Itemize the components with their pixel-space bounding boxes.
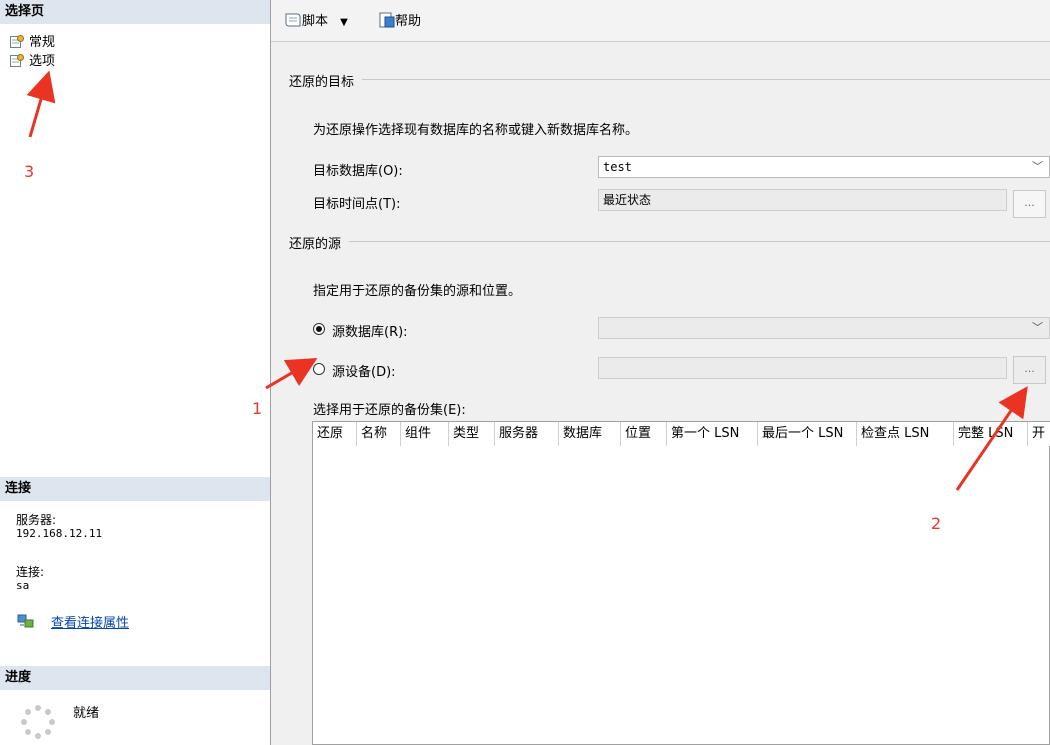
target-database-label: 目标数据库(O): (313, 164, 403, 179)
progress-spinner-icon (19, 703, 57, 741)
page-gear-icon (10, 35, 24, 48)
source-database-label: 源数据库(R): (332, 325, 408, 340)
source-database-radio[interactable] (313, 323, 325, 335)
select-page-header: 选择页 (0, 0, 270, 24)
chevron-down-icon[interactable]: ﹀ (1032, 157, 1043, 177)
dropdown-arrow-icon[interactable]: ▼ (340, 17, 348, 28)
column-header[interactable]: 检查点 LSN (857, 422, 954, 446)
radio-selected-dot (316, 326, 322, 332)
target-database-value: test (603, 160, 632, 174)
connection-label: 连接: (16, 565, 45, 579)
help-label: 帮助 (395, 14, 422, 29)
source-device-label: 源设备(D): (332, 365, 396, 380)
column-header[interactable]: 最后一个 LSN (758, 422, 857, 446)
target-time-field[interactable]: 最近状态 (598, 189, 1007, 211)
sidebar-item-label: 选项 (29, 54, 56, 69)
column-header[interactable]: 位置 (621, 422, 667, 446)
source-device-field[interactable] (598, 357, 1007, 379)
column-header[interactable]: 组件 (401, 422, 449, 446)
backup-set-grid[interactable]: 还原 名称 组件 类型 服务器 数据库 位置 第一个 LSN 最后一个 LSN … (312, 421, 1050, 745)
source-device-browse-button[interactable]: ... (1013, 356, 1046, 384)
source-database-combobox[interactable]: ﹀ (598, 317, 1050, 339)
restore-target-title: 还原的目标 (289, 71, 363, 90)
restore-target-description: 为还原操作选择现有数据库的名称或键入新数据库名称。 (313, 123, 639, 138)
source-device-radio[interactable] (313, 363, 325, 375)
help-icon (379, 12, 395, 34)
restore-source-title: 还原的源 (289, 233, 350, 252)
script-label: 脚本 (302, 14, 329, 29)
help-button[interactable]: 帮助 (379, 12, 421, 30)
annotation-label-2: 2 (931, 514, 942, 533)
column-header[interactable]: 开 (1028, 422, 1050, 446)
column-header[interactable]: 还原 (313, 422, 357, 446)
column-header[interactable]: 类型 (449, 422, 495, 446)
script-button[interactable]: 脚本 ▼ (284, 12, 348, 30)
right-panel: 脚本 ▼ 帮助 还原的目标 为还原操作选择现有数据库的名称或键入新数据库名称。 … (271, 0, 1050, 745)
annotation-label-3: 3 (24, 162, 35, 181)
target-time-browse-button[interactable]: ... (1013, 190, 1046, 218)
group-divider (289, 241, 1050, 242)
server-label: 服务器: (16, 513, 57, 527)
progress-status: 就绪 (73, 706, 100, 721)
column-header[interactable]: 第一个 LSN (667, 422, 758, 446)
page-gear-icon (10, 54, 24, 67)
annotation-label-1: 1 (252, 399, 263, 418)
toolbar: 脚本 ▼ 帮助 (271, 0, 1050, 42)
sidebar-item-general[interactable]: 常规 (10, 35, 55, 51)
target-time-value: 最近状态 (603, 193, 652, 207)
column-header[interactable]: 名称 (357, 422, 401, 446)
group-divider (289, 79, 1050, 80)
restore-source-description: 指定用于还原的备份集的源和位置。 (313, 284, 522, 299)
script-icon (284, 12, 302, 34)
column-header[interactable]: 完整 LSN (954, 422, 1028, 446)
connection-header: 连接 (0, 477, 270, 501)
progress-header: 进度 (0, 666, 270, 690)
backup-set-label: 选择用于还原的备份集(E): (313, 403, 466, 418)
server-value: 192.168.12.11 (16, 527, 103, 540)
target-database-combobox[interactable]: test ﹀ (598, 156, 1050, 178)
chevron-down-icon[interactable]: ﹀ (1032, 318, 1043, 338)
left-panel: 选择页 常规 选项 连接 服务器: 192.168.12.11 连接: sa 查… (0, 0, 271, 745)
view-connection-properties-link[interactable]: 查看连接属性 (51, 612, 129, 631)
column-header[interactable]: 服务器 (495, 422, 559, 446)
target-time-label: 目标时间点(T): (313, 197, 401, 212)
sidebar-item-options[interactable]: 选项 (10, 54, 55, 70)
sidebar-item-label: 常规 (29, 35, 56, 50)
connection-value: sa (16, 579, 30, 592)
column-header[interactable]: 数据库 (559, 422, 621, 446)
connection-properties-icon (17, 613, 35, 629)
